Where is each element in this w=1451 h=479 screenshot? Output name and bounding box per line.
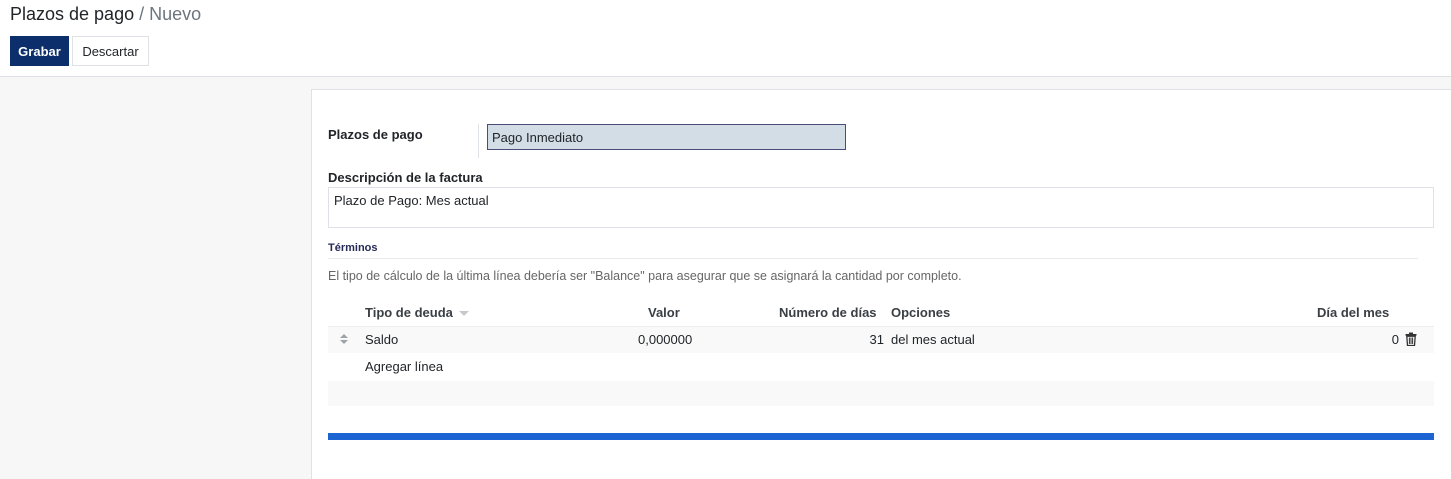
terms-help-text: El tipo de cálculo de la última línea de… — [328, 269, 962, 283]
breadcrumb-separator: / — [139, 4, 145, 24]
trash-icon[interactable] — [1405, 332, 1417, 346]
caret-down-icon — [458, 311, 469, 317]
cell-value[interactable]: 0,000000 — [638, 332, 692, 347]
breadcrumb: Plazos de pago / Nuevo — [10, 4, 201, 24]
cell-options[interactable]: del mes actual — [891, 332, 975, 347]
discard-button[interactable]: Descartar — [72, 36, 149, 66]
column-header-options[interactable]: Opciones — [891, 305, 950, 320]
column-header-value[interactable]: Valor — [648, 305, 680, 320]
column-header-debt-type[interactable]: Tipo de deuda — [365, 305, 469, 320]
payment-terms-label: Plazos de pago — [328, 127, 423, 142]
cell-days[interactable]: 31 — [852, 332, 884, 347]
control-panel: Plazos de pago / Nuevo Grabar Descartar — [0, 0, 1451, 77]
section-divider — [328, 258, 1418, 259]
breadcrumb-current: Nuevo — [149, 4, 202, 24]
terms-section-title: Términos — [328, 242, 378, 254]
cell-day-of-month[interactable]: 0 — [1372, 332, 1399, 347]
drag-handle-icon[interactable] — [339, 331, 349, 347]
add-line-link[interactable]: Agregar línea — [365, 359, 443, 374]
column-header-label: Tipo de deuda — [365, 305, 453, 320]
invoice-description-label: Descripción de la factura — [328, 170, 483, 185]
progress-bar — [328, 433, 1434, 440]
column-header-days[interactable]: Número de días — [779, 305, 877, 320]
label-divider — [478, 124, 479, 158]
payment-terms-input[interactable] — [487, 124, 846, 150]
breadcrumb-parent[interactable]: Plazos de pago — [10, 4, 134, 24]
save-button[interactable]: Grabar — [10, 36, 69, 66]
form-sheet: Plazos de pago Descripción de la factura… — [311, 89, 1451, 479]
cell-debt-type[interactable]: Saldo — [365, 332, 398, 347]
invoice-description-field[interactable]: Plazo de Pago: Mes actual — [328, 187, 1434, 228]
column-header-day-of-month[interactable]: Día del mes — [1317, 305, 1389, 320]
empty-table-row — [328, 381, 1434, 406]
